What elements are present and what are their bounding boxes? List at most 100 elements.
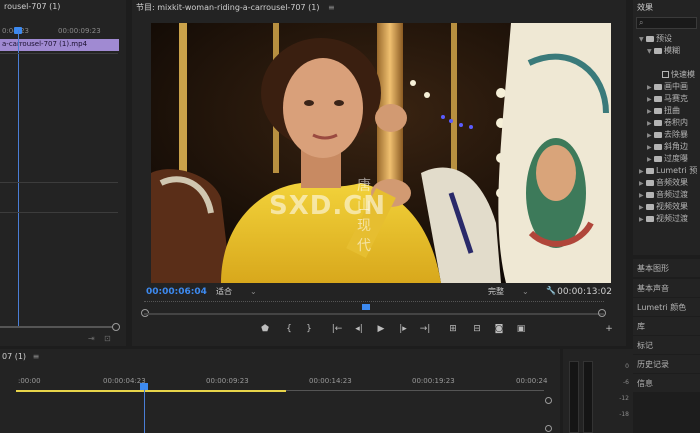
collapsed-panel-tab[interactable]: 基本图形 [633, 259, 700, 277]
effects-tree-label: 音频效果 [656, 178, 688, 187]
step-forward-icon[interactable]: |▸ [396, 324, 410, 334]
zoom-scrollbar[interactable] [144, 313, 604, 315]
source-timeline-panel: rousel-707 (1) 0:04:23 00:00:09:23 a-car… [0, 0, 126, 346]
go-to-out-icon[interactable]: →| [418, 324, 432, 334]
effects-tree-item[interactable]: ▶ 去除暴 [633, 129, 700, 141]
folder-icon [654, 119, 662, 126]
zoom-level-value: 适合 [216, 287, 232, 296]
chevron-down-icon[interactable]: ▼ [647, 46, 654, 58]
mark-out-icon[interactable]: } [302, 324, 316, 334]
effects-tree-label: 预设 [656, 34, 672, 43]
effects-tree-item[interactable]: ▶ 卷积内 [633, 117, 700, 129]
effects-tree-item[interactable]: 快速模 [633, 69, 700, 81]
vertical-zoom-handle[interactable] [545, 425, 552, 432]
button-editor-plus-icon[interactable]: + [602, 324, 616, 334]
effects-tree-item[interactable]: ▶ 斜角边 [633, 141, 700, 153]
track-divider [0, 182, 118, 183]
effects-tree-item[interactable]: ▶ Lumetri 预 [633, 165, 700, 177]
video-frame: SXD.CN 唐山现代 [151, 23, 611, 283]
playhead-line [18, 30, 19, 326]
meter-db-label: -12 [619, 395, 629, 402]
zoom-handle-right[interactable] [598, 309, 606, 317]
panel-menu-icon[interactable]: ≡ [328, 3, 335, 12]
sequence-tab-label: 07 (1) [2, 352, 27, 361]
ruler-timecode-label: 00:00:19:23 [412, 377, 455, 385]
go-to-in-icon[interactable]: |← [330, 324, 344, 334]
ruler-timecode-label: :00:00 [18, 377, 41, 385]
effects-tree-item[interactable]: ▶ 音频效果 [633, 177, 700, 189]
collapsed-panel-tab[interactable]: Lumetri 颜色 [633, 298, 700, 316]
effects-tree-item[interactable]: ▶ 视频效果 [633, 201, 700, 213]
settings-icon[interactable]: ⊡ [104, 334, 111, 343]
collapsed-panel-tab[interactable]: 历史记录 [633, 355, 700, 373]
ruler-timecode-b: 00:00:09:23 [58, 27, 101, 35]
effects-tree-label: Lumetri 预 [656, 166, 698, 175]
export-frame-icon[interactable]: ⇥ [88, 334, 95, 343]
folder-icon [654, 143, 662, 150]
current-time-display[interactable]: 00:00:06:04 [146, 287, 207, 297]
folder-icon [654, 155, 662, 162]
effects-panel-title[interactable]: 效果 [633, 0, 700, 14]
playhead-handle[interactable] [362, 304, 370, 310]
folder-icon [654, 47, 662, 54]
ruler-timecode-label: 00:00:09:23 [206, 377, 249, 385]
extract-icon[interactable]: ⊟ [470, 324, 484, 334]
effects-tree-item[interactable]: ▼ 模糊 [633, 45, 700, 57]
effects-tree-item[interactable]: ▶ 过度曝 [633, 153, 700, 165]
effects-tree-item[interactable]: ▼ 预设 [633, 33, 700, 45]
folder-icon [646, 215, 654, 222]
meter-channel-left [569, 361, 579, 433]
effects-tree-label: 扭曲 [664, 106, 680, 115]
folder-icon [646, 191, 654, 198]
effects-tree-label: 去除暴 [664, 130, 688, 139]
effect-icon [662, 71, 669, 78]
zoom-handle[interactable] [112, 323, 120, 331]
effects-search-input[interactable]: ⌕ [636, 17, 697, 29]
collapsed-panel-tab[interactable]: 库 [633, 317, 700, 335]
wrench-icon[interactable]: 🔧 [546, 286, 556, 295]
lift-icon[interactable]: ⊞ [446, 324, 460, 334]
audio-meter-panel: 0 -6 -12 -18 [563, 349, 633, 433]
time-ruler[interactable] [144, 299, 604, 302]
meter-db-label: -18 [619, 411, 629, 418]
playhead-line [144, 389, 145, 433]
camera-icon[interactable]: ◙ [492, 324, 506, 334]
mark-in-icon[interactable]: { [282, 324, 296, 334]
panel-menu-icon[interactable]: ≡ [33, 352, 40, 361]
zoom-level-select[interactable]: 适合 ⌄ [216, 286, 257, 297]
horizontal-scrollbar[interactable] [0, 326, 112, 328]
effects-tree-item[interactable]: ▶ 画中画 [633, 81, 700, 93]
resolution-value: 完整 [488, 287, 504, 296]
effects-tree-item[interactable]: ▶ 扭曲 [633, 105, 700, 117]
source-tab-title[interactable]: rousel-707 (1) [0, 0, 126, 14]
play-icon[interactable]: ▶ [374, 324, 388, 334]
chevron-down-icon: ⌄ [522, 287, 529, 296]
meter-db-label: -6 [623, 379, 629, 386]
effects-tree-item[interactable]: ▶ 马赛克 [633, 93, 700, 105]
duration-display: 00:00:13:02 [557, 287, 612, 297]
effects-tree-label: 快速模 [671, 70, 695, 79]
watermark-cn: 唐山现代 [357, 178, 375, 254]
step-back-icon[interactable]: ◂| [352, 324, 366, 334]
effects-tree-item[interactable]: ▶ 音频过渡 [633, 189, 700, 201]
track-divider [0, 212, 118, 213]
program-monitor-title[interactable]: 节目: mixkit-woman-riding-a-carrousel-707 … [132, 0, 626, 14]
add-marker-icon[interactable]: ⬟ [258, 324, 272, 334]
program-monitor-panel: 节目: mixkit-woman-riding-a-carrousel-707 … [132, 0, 626, 346]
collapsed-panel-tab[interactable]: 信息 [633, 374, 700, 392]
compare-view-icon[interactable]: ▣ [514, 324, 528, 334]
work-area-bar[interactable] [16, 390, 286, 392]
playback-resolution-select[interactable]: 完整 ⌄ [488, 286, 529, 297]
meter-channel-right [583, 361, 593, 433]
meter-db-label: 0 [625, 363, 629, 370]
vertical-zoom-handle[interactable] [545, 397, 552, 404]
effects-tree-item[interactable]: ▶ 视频过渡 [633, 213, 700, 225]
folder-icon [654, 95, 662, 102]
chevron-right-icon[interactable]: ▶ [639, 214, 646, 226]
effects-tree-label: 画中画 [664, 82, 688, 91]
effects-tree-label: 卷积内 [664, 118, 688, 127]
collapsed-panel-tab[interactable]: 标记 [633, 336, 700, 354]
sequence-tab-title[interactable]: 07 (1) ≡ [2, 352, 39, 361]
collapsed-panel-tab[interactable]: 基本声音 [633, 279, 700, 297]
folder-icon [646, 179, 654, 186]
